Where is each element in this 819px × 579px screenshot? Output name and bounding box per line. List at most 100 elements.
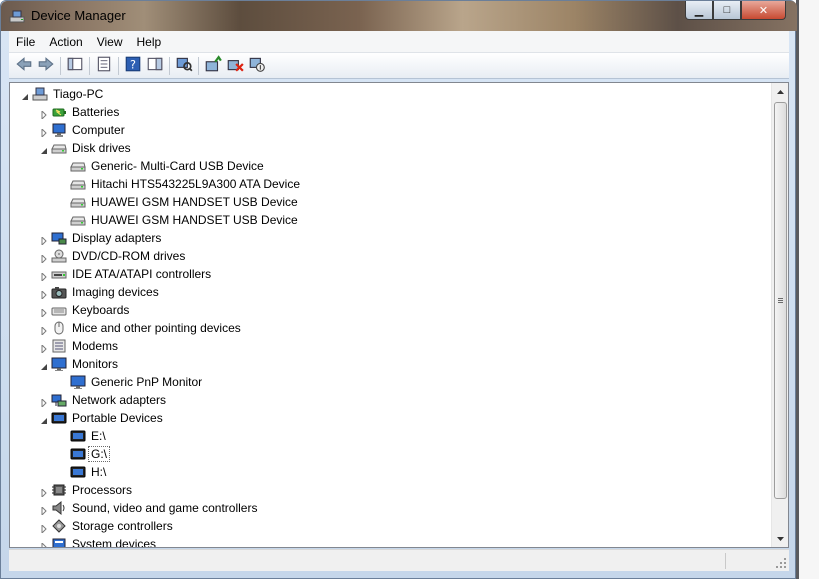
tree-item-label: Hitachi HTS543225L9A300 ATA Device <box>91 177 301 191</box>
collapsed-triangle-icon[interactable] <box>40 306 48 319</box>
scan-hardware-changes-button[interactable] <box>173 55 195 77</box>
tree-item-label: Sound, video and game controllers <box>72 501 258 515</box>
collapsed-triangle-icon[interactable] <box>40 234 48 247</box>
monitor-icon <box>70 374 86 390</box>
tree-category-item[interactable]: Disk drives <box>10 139 772 157</box>
tree-item-label: Processors <box>72 483 133 497</box>
desktop-background <box>796 0 819 579</box>
collapsed-triangle-icon[interactable] <box>40 522 48 535</box>
tree-item-label: Display adapters <box>72 231 162 245</box>
back-arrow-icon <box>15 55 33 76</box>
menu-help[interactable]: Help <box>130 32 169 52</box>
tree-category-item[interactable]: Sound, video and game controllers <box>10 499 772 517</box>
tree-device-item[interactable]: HUAWEI GSM HANDSET USB Device <box>10 193 772 211</box>
tree-category-item[interactable]: Processors <box>10 481 772 499</box>
tree-category-item[interactable]: Storage controllers <box>10 517 772 535</box>
collapsed-triangle-icon[interactable] <box>40 288 48 301</box>
expanded-triangle-icon[interactable] <box>40 144 48 154</box>
tree-device-item[interactable]: Hitachi HTS543225L9A300 ATA Device <box>10 175 772 193</box>
toolbar-separator <box>60 56 61 75</box>
collapsed-triangle-icon[interactable] <box>40 540 48 547</box>
expanded-triangle-icon[interactable] <box>21 90 29 100</box>
tree-category-item[interactable]: Monitors <box>10 355 772 373</box>
menu-action[interactable]: Action <box>42 32 89 52</box>
tree-item-label: HUAWEI GSM HANDSET USB Device <box>91 213 298 227</box>
close-button[interactable]: ✕ <box>741 1 786 20</box>
tree-category-item[interactable]: Imaging devices <box>10 283 772 301</box>
collapsed-triangle-icon[interactable] <box>40 342 48 355</box>
collapsed-triangle-icon[interactable] <box>40 396 48 409</box>
disk-drive-icon <box>70 176 86 192</box>
maximize-icon: □ <box>723 4 731 16</box>
window-title: Device Manager <box>31 8 126 23</box>
collapsed-triangle-icon[interactable] <box>40 108 48 121</box>
forward-arrow-button[interactable] <box>35 55 57 77</box>
tree-category-item[interactable]: Mice and other pointing devices <box>10 319 772 337</box>
tree-category-item[interactable]: Modems <box>10 337 772 355</box>
menu-file[interactable]: File <box>9 32 42 52</box>
tree-item-label: Disk drives <box>72 141 131 155</box>
title-bar[interactable]: Device Manager ▁ □ ✕ <box>1 1 797 31</box>
scrollbar-thumb[interactable] <box>774 102 787 499</box>
collapsed-triangle-icon[interactable] <box>40 324 48 337</box>
maximize-button[interactable]: □ <box>713 1 741 20</box>
tree-item-label: HUAWEI GSM HANDSET USB Device <box>91 195 298 209</box>
display-adapter-icon <box>51 230 67 246</box>
tree-device-item[interactable]: E:\ <box>10 427 772 445</box>
uninstall-device-button[interactable] <box>224 55 246 77</box>
show-hide-console-tree-button[interactable] <box>64 55 86 77</box>
tree-category-item[interactable]: Network adapters <box>10 391 772 409</box>
tree-category-item[interactable]: IDE ATA/ATAPI controllers <box>10 265 772 283</box>
tree-device-item[interactable]: Generic- Multi-Card USB Device <box>10 157 772 175</box>
help-button[interactable]: ? <box>122 55 144 77</box>
action-pane-button[interactable] <box>144 55 166 77</box>
modem-icon <box>51 338 67 354</box>
tree-category-item[interactable]: System devices <box>10 535 772 547</box>
vertical-scrollbar[interactable] <box>771 83 788 547</box>
keyboard-icon <box>51 302 67 318</box>
device-tree[interactable]: Tiago-PC Batteries Computer Disk drives Gene… <box>9 82 789 548</box>
scan-hardware-changes-icon <box>175 55 193 76</box>
scroll-down-button[interactable] <box>772 530 788 547</box>
collapsed-triangle-icon[interactable] <box>40 126 48 139</box>
collapsed-triangle-icon[interactable] <box>40 504 48 517</box>
processor-icon <box>51 482 67 498</box>
tree-item-label: E:\ <box>91 429 106 443</box>
collapsed-triangle-icon[interactable] <box>40 486 48 499</box>
tree-category-item[interactable]: Computer <box>10 121 772 139</box>
computer-root-icon <box>32 86 48 102</box>
minimize-button[interactable]: ▁ <box>685 1 713 20</box>
expanded-triangle-icon[interactable] <box>40 414 48 424</box>
menu-view[interactable]: View <box>90 32 130 52</box>
disable-device-button[interactable] <box>246 55 268 77</box>
tree-category-item[interactable]: Keyboards <box>10 301 772 319</box>
update-driver-button[interactable] <box>202 55 224 77</box>
back-arrow-button[interactable] <box>13 55 35 77</box>
tree-category-item[interactable]: Portable Devices <box>10 409 772 427</box>
tree-device-item[interactable]: Generic PnP Monitor <box>10 373 772 391</box>
tree-category-item[interactable]: Batteries <box>10 103 772 121</box>
tree-root-item[interactable]: Tiago-PC <box>10 85 772 103</box>
tree-item-label: Keyboards <box>72 303 130 317</box>
mouse-icon <box>51 320 67 336</box>
resize-grip-icon[interactable] <box>775 557 787 569</box>
tree-item-label: G:\ <box>88 446 111 462</box>
portable-device-icon <box>70 428 86 444</box>
portable-device-icon <box>70 446 86 462</box>
forward-arrow-icon <box>37 55 55 76</box>
tree-category-item[interactable]: Display adapters <box>10 229 772 247</box>
system-device-icon <box>51 536 67 547</box>
collapsed-triangle-icon[interactable] <box>40 270 48 283</box>
minimize-icon: ▁ <box>694 4 704 17</box>
tree-item-label: IDE ATA/ATAPI controllers <box>72 267 212 281</box>
scroll-up-button[interactable] <box>772 83 788 100</box>
tree-device-item[interactable]: G:\ <box>10 445 772 463</box>
tree-item-label: Batteries <box>72 105 120 119</box>
tree-device-item[interactable]: H:\ <box>10 463 772 481</box>
dvd-drive-icon <box>51 248 67 264</box>
collapsed-triangle-icon[interactable] <box>40 252 48 265</box>
expanded-triangle-icon[interactable] <box>40 360 48 370</box>
properties-button[interactable] <box>93 55 115 77</box>
tree-category-item[interactable]: DVD/CD-ROM drives <box>10 247 772 265</box>
tree-device-item[interactable]: HUAWEI GSM HANDSET USB Device <box>10 211 772 229</box>
